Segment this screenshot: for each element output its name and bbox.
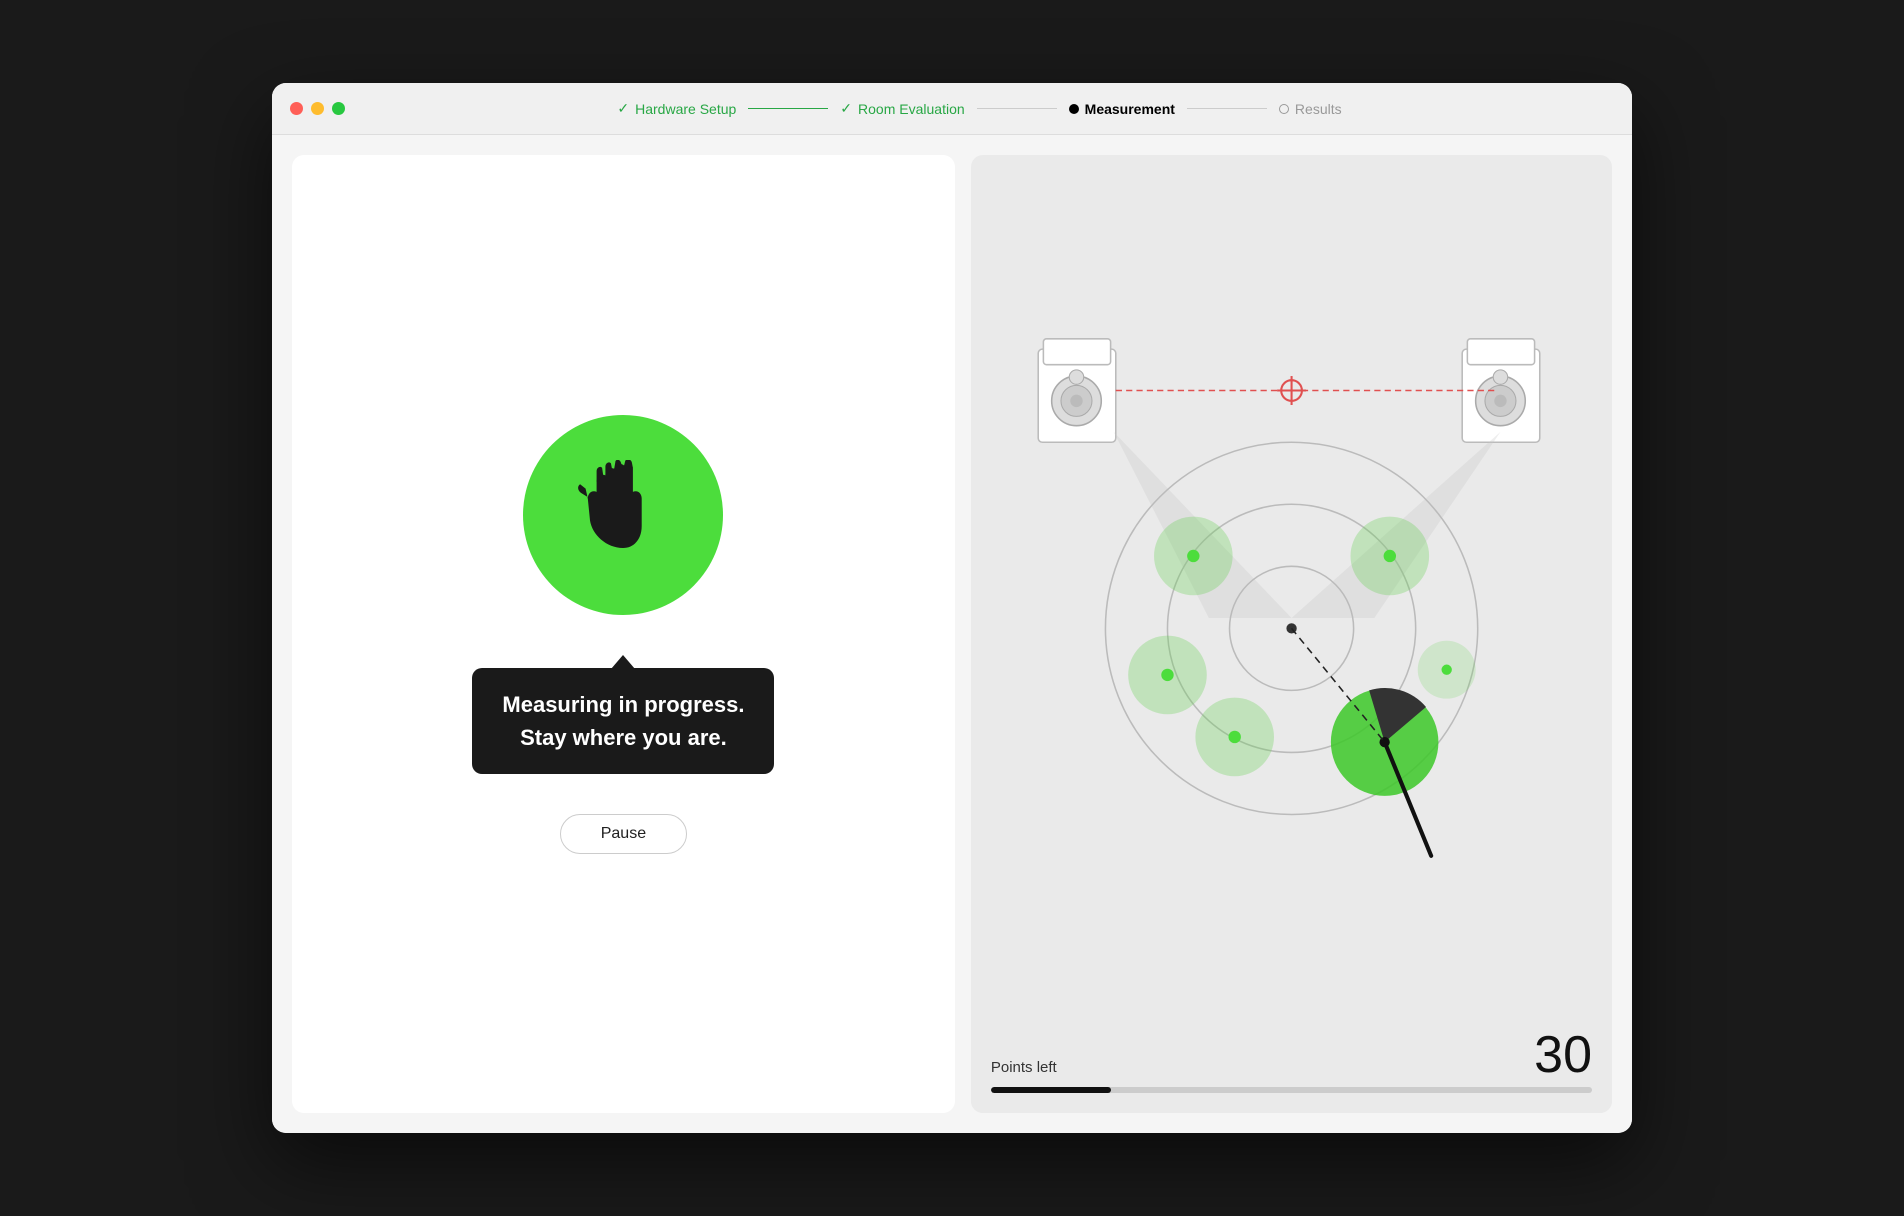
active-position	[1331, 688, 1439, 856]
step-room-evaluation-label: Room Evaluation	[858, 101, 965, 117]
step-line-1	[748, 108, 828, 109]
maximize-button[interactable]	[332, 102, 345, 115]
step-line-3	[1187, 108, 1267, 109]
speaker-right	[1462, 339, 1540, 442]
check-icon: ✓	[617, 100, 629, 117]
status-tooltip: Measuring in progress. Stay where you ar…	[472, 655, 774, 774]
step-results: Results	[1279, 101, 1342, 117]
viz-area	[971, 155, 1612, 1019]
stepper: ✓ Hardware Setup ✓ Room Evaluation Measu…	[345, 100, 1614, 117]
points-value: 30	[1534, 1029, 1592, 1081]
step-results-label: Results	[1295, 101, 1342, 117]
titlebar: ✓ Hardware Setup ✓ Room Evaluation Measu…	[272, 83, 1632, 135]
app-window: ✓ Hardware Setup ✓ Room Evaluation Measu…	[272, 83, 1632, 1133]
step-measurement-label: Measurement	[1085, 101, 1175, 117]
points-left-label: Points left	[991, 1059, 1057, 1076]
main-content: Measuring in progress. Stay where you ar…	[272, 135, 1632, 1133]
progress-bar-fill	[991, 1087, 1111, 1093]
step-room-evaluation: ✓ Room Evaluation	[840, 100, 964, 117]
visualization-svg	[971, 155, 1612, 1019]
measurement-dot-1	[1187, 550, 1199, 562]
step-hardware-setup-label: Hardware Setup	[635, 101, 736, 117]
tooltip-line2: Stay where you are.	[520, 725, 727, 750]
step-measurement: Measurement	[1069, 101, 1175, 117]
points-bar-area: Points left 30	[971, 1019, 1612, 1113]
dot-filled-icon	[1069, 104, 1079, 114]
step-line-2	[977, 108, 1057, 109]
hand-icon	[568, 460, 678, 570]
check-icon-2: ✓	[840, 100, 852, 117]
step-hardware-setup: ✓ Hardware Setup	[617, 100, 736, 117]
measurement-dot-3	[1161, 669, 1173, 681]
right-panel: Points left 30	[971, 155, 1612, 1113]
tooltip-arrow	[611, 655, 635, 669]
minimize-button[interactable]	[311, 102, 324, 115]
points-header: Points left 30	[991, 1029, 1592, 1081]
measurement-dot-2	[1383, 550, 1395, 562]
left-panel: Measuring in progress. Stay where you ar…	[292, 155, 955, 1113]
close-button[interactable]	[290, 102, 303, 115]
traffic-lights	[290, 102, 345, 115]
measurement-dot-4	[1228, 731, 1240, 743]
speaker-left	[1038, 339, 1116, 442]
hand-circle	[523, 415, 723, 615]
progress-bar	[991, 1087, 1592, 1093]
pause-button[interactable]: Pause	[560, 814, 687, 854]
dot-empty-icon	[1279, 104, 1289, 114]
measurement-dot-5	[1441, 665, 1451, 675]
tooltip-box: Measuring in progress. Stay where you ar…	[472, 668, 774, 774]
tooltip-line1: Measuring in progress.	[502, 692, 744, 717]
